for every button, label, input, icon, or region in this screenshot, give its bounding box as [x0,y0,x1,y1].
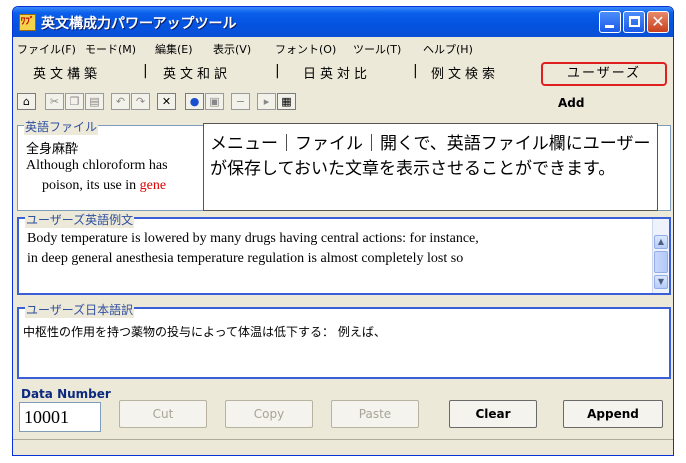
data-number-label: Data Number [21,387,111,401]
english-file-line: poison, its use in gene [42,178,166,194]
toolbar: ⌂ ✂ ❐ ▤ ↶ ↷ ✕ ● ▣ − ▸ ▦ Add [13,89,673,113]
menu-file[interactable]: ファイル(F) [17,41,76,57]
cut-icon[interactable]: ✂ [45,93,64,110]
english-file-line: Although chloroform has [26,158,168,173]
tab-english-translation[interactable]: 英文和訳 [163,63,231,82]
close-icon: ✕ [651,12,665,31]
paste-button[interactable]: Paste [331,400,419,428]
title-bar[interactable]: ﾜﾌﾞ 英文構成力パワーアップツール ✕ [13,7,673,37]
close-button[interactable]: ✕ [647,11,669,33]
minimize-icon [605,25,614,28]
tab-english-composition[interactable]: 英文構築 [33,63,101,82]
menu-help[interactable]: ヘルプ(H) [423,41,473,57]
user-japanese-label: ユーザーズ日本語訳 [25,301,135,318]
clear-button[interactable]: Clear [449,400,537,428]
remove-icon[interactable]: − [231,93,250,110]
user-english-line[interactable]: in deep general anesthesia temperature r… [27,251,463,267]
vertical-scrollbar[interactable]: ▲ ▼ [652,219,669,293]
user-japanese-line[interactable]: 中枢性の作用を持つ薬物の投与によって体温は低下する： 例えば、 [23,323,386,340]
help-callout: メニュー｜ファイル｜開くで、英語ファイル欄にユーザーが保存しておいた文章を表示さ… [203,123,658,211]
menu-view[interactable]: 表示(V) [213,41,251,57]
menu-tools[interactable]: ツール(T) [353,41,401,57]
delete-icon[interactable]: ✕ [157,93,176,110]
app-window: ﾜﾌﾞ 英文構成力パワーアップツール ✕ ファイル(F) モード(M) 編集(E… [12,6,674,456]
append-button[interactable]: Append [563,400,663,428]
scroll-up-icon[interactable]: ▲ [654,235,668,249]
tab-example-search[interactable]: 例文検索 [431,63,499,82]
copy-button[interactable]: Copy [225,400,313,428]
tab-separator: | [143,63,148,79]
insert-icon[interactable]: ▣ [205,93,224,110]
tab-separator: | [275,63,280,79]
paste-icon[interactable]: ▤ [85,93,104,110]
scroll-thumb[interactable] [654,251,668,273]
maximize-icon [629,16,640,27]
data-number-field[interactable]: 10001 [19,402,101,432]
maximize-button[interactable] [623,11,645,33]
english-file-label: 英語ファイル [24,118,99,135]
english-file-highlight: gene [139,178,167,193]
export-icon[interactable]: ▦ [277,93,296,110]
menu-mode[interactable]: モード(M) [85,41,136,57]
add-icon[interactable]: ● [185,93,204,110]
bookmark-icon[interactable]: ▸ [257,93,276,110]
mode-bar: 英文構築 | 英文和訳 | 日英対比 | 例文検索 ユーザーズ [13,59,673,87]
redo-icon[interactable]: ↷ [131,93,150,110]
window-title: 英文構成力パワーアップツール [41,16,237,32]
minimize-button[interactable] [599,11,621,33]
copy-icon[interactable]: ❐ [65,93,84,110]
menu-edit[interactable]: 編集(E) [155,41,193,57]
app-icon: ﾜﾌﾞ [19,14,36,31]
english-file-text: poison, its use in [42,178,140,193]
user-english-line[interactable]: Body temperature is lowered by many drug… [27,231,479,247]
user-japanese-panel: ユーザーズ日本語訳 中枢性の作用を持つ薬物の投与によって体温は低下する： 例えば… [17,301,671,379]
tab-japanese-english-compare[interactable]: 日英対比 [303,63,371,82]
user-english-label: ユーザーズ英語例文 [25,211,135,228]
status-bar [13,439,673,455]
english-file-line: 全身麻酔 [26,142,79,157]
tab-separator: | [413,63,418,79]
cut-button[interactable]: Cut [119,400,207,428]
menu-font[interactable]: フォント(O) [275,41,336,57]
scroll-down-icon[interactable]: ▼ [654,275,668,289]
add-label: Add [558,96,585,110]
open-folder-icon[interactable]: ⌂ [17,93,36,110]
menu-bar: ファイル(F) モード(M) 編集(E) 表示(V) フォント(O) ツール(T… [13,38,673,58]
undo-icon[interactable]: ↶ [111,93,130,110]
tab-users[interactable]: ユーザーズ [541,62,667,86]
user-english-panel: ユーザーズ英語例文 Body temperature is lowered by… [17,211,671,295]
